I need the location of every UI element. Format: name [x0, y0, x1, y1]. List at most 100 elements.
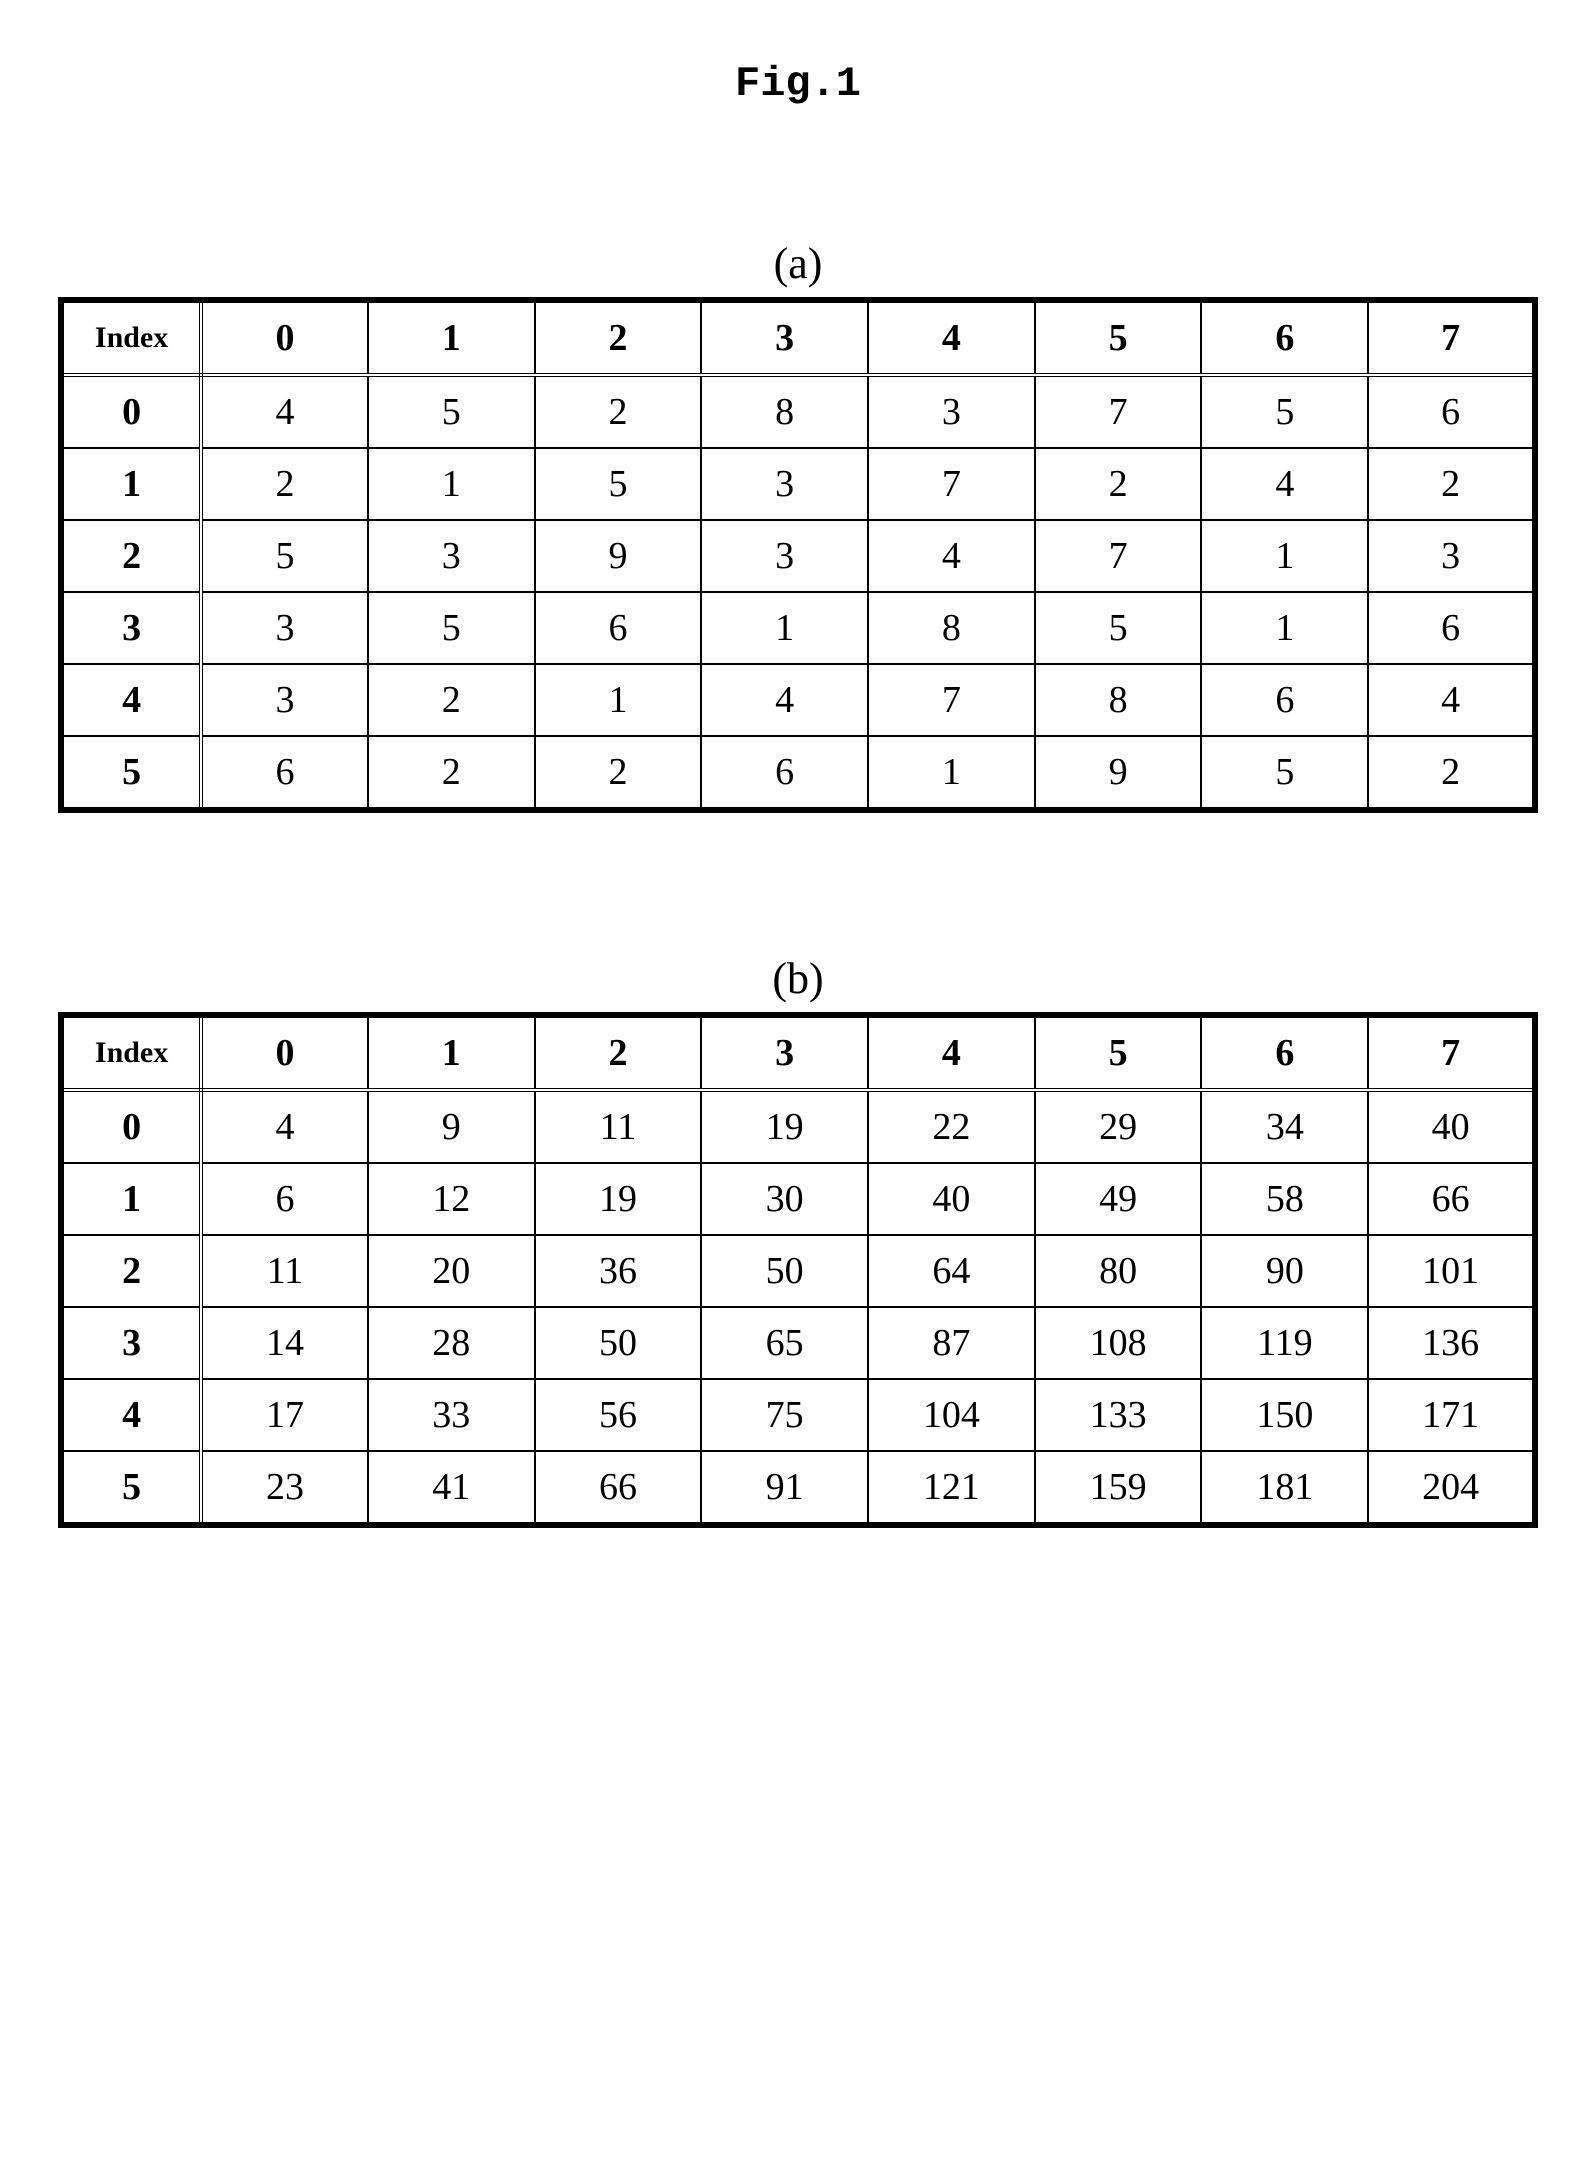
table-row: 5 6 2 2 6 1 9 5 2	[61, 736, 1535, 810]
cell: 3	[368, 520, 535, 592]
table-label-b: (b)	[40, 953, 1556, 1004]
row-header: 1	[61, 448, 201, 520]
cell: 7	[868, 448, 1035, 520]
row-header: 4	[61, 664, 201, 736]
cell: 14	[201, 1307, 368, 1379]
table-block-a: (a) Index 0 1 2 3 4 5 6 7	[40, 178, 1556, 813]
cell: 2	[1368, 448, 1535, 520]
cell: 28	[368, 1307, 535, 1379]
cell: 2	[368, 736, 535, 810]
cell: 1	[701, 592, 868, 664]
cell: 4	[701, 664, 868, 736]
col-header: 7	[1368, 300, 1535, 375]
figure-title: Fig.1	[40, 60, 1556, 108]
row-header: 0	[61, 1090, 201, 1163]
row-header: 0	[61, 375, 201, 448]
cell: 8	[701, 375, 868, 448]
table-row: 5 23 41 66 91 121 159 181 204	[61, 1451, 1535, 1525]
cell: 3	[1368, 520, 1535, 592]
table-row: 1 2 1 5 3 7 2 4 2	[61, 448, 1535, 520]
row-header: 2	[61, 520, 201, 592]
table-block-b: (b) Index 0 1 2 3 4 5 6 7	[40, 893, 1556, 1528]
col-header: 6	[1201, 300, 1368, 375]
cell: 12	[368, 1163, 535, 1235]
cell: 2	[1368, 736, 1535, 810]
cell: 11	[535, 1090, 702, 1163]
cell: 23	[201, 1451, 368, 1525]
cell: 36	[535, 1235, 702, 1307]
col-header: 5	[1035, 300, 1202, 375]
col-header: 0	[201, 1015, 368, 1090]
cell: 17	[201, 1379, 368, 1451]
table-row: 2 11 20 36 50 64 80 90 101	[61, 1235, 1535, 1307]
cell: 87	[868, 1307, 1035, 1379]
cell: 75	[701, 1379, 868, 1451]
col-header: 5	[1035, 1015, 1202, 1090]
col-header: 0	[201, 300, 368, 375]
cell: 1	[1201, 592, 1368, 664]
cell: 9	[535, 520, 702, 592]
col-header: 4	[868, 1015, 1035, 1090]
cell: 40	[1368, 1090, 1535, 1163]
col-header: 1	[368, 1015, 535, 1090]
table-row: 3 14 28 50 65 87 108 119 136	[61, 1307, 1535, 1379]
cell: 121	[868, 1451, 1035, 1525]
cell: 101	[1368, 1235, 1535, 1307]
cell: 7	[1035, 520, 1202, 592]
cell: 34	[1201, 1090, 1368, 1163]
cell: 5	[368, 375, 535, 448]
cell: 150	[1201, 1379, 1368, 1451]
table-row: 1 6 12 19 30 40 49 58 66	[61, 1163, 1535, 1235]
table-row: 2 5 3 9 3 4 7 1 3	[61, 520, 1535, 592]
cell: 133	[1035, 1379, 1202, 1451]
col-header: 3	[701, 1015, 868, 1090]
cell: 171	[1368, 1379, 1535, 1451]
table-row: 4 17 33 56 75 104 133 150 171	[61, 1379, 1535, 1451]
cell: 6	[535, 592, 702, 664]
cell: 8	[868, 592, 1035, 664]
cell: 3	[201, 664, 368, 736]
cell: 104	[868, 1379, 1035, 1451]
cell: 4	[1201, 448, 1368, 520]
cell: 33	[368, 1379, 535, 1451]
cell: 2	[535, 375, 702, 448]
cell: 5	[201, 520, 368, 592]
corner-cell: Index	[61, 1015, 201, 1090]
col-header: 2	[535, 1015, 702, 1090]
cell: 1	[368, 448, 535, 520]
cell: 29	[1035, 1090, 1202, 1163]
cell: 90	[1201, 1235, 1368, 1307]
cell: 1	[1201, 520, 1368, 592]
cell: 3	[701, 520, 868, 592]
cell: 50	[701, 1235, 868, 1307]
cell: 6	[701, 736, 868, 810]
row-header: 4	[61, 1379, 201, 1451]
cell: 7	[1035, 375, 1202, 448]
cell: 50	[535, 1307, 702, 1379]
table-a: Index 0 1 2 3 4 5 6 7 0 4 5 2 8	[58, 297, 1538, 813]
cell: 66	[535, 1451, 702, 1525]
col-header: 2	[535, 300, 702, 375]
row-header: 3	[61, 592, 201, 664]
cell: 19	[535, 1163, 702, 1235]
table-label-a: (a)	[40, 238, 1556, 289]
cell: 19	[701, 1090, 868, 1163]
cell: 6	[1201, 664, 1368, 736]
cell: 66	[1368, 1163, 1535, 1235]
cell: 5	[1035, 592, 1202, 664]
col-header: 1	[368, 300, 535, 375]
cell: 2	[201, 448, 368, 520]
cell: 119	[1201, 1307, 1368, 1379]
cell: 64	[868, 1235, 1035, 1307]
row-header: 2	[61, 1235, 201, 1307]
cell: 6	[1368, 375, 1535, 448]
table-b: Index 0 1 2 3 4 5 6 7 0 4 9 11 19	[58, 1012, 1538, 1528]
cell: 80	[1035, 1235, 1202, 1307]
cell: 4	[201, 1090, 368, 1163]
table-row: 0 4 5 2 8 3 7 5 6	[61, 375, 1535, 448]
cell: 3	[201, 592, 368, 664]
cell: 20	[368, 1235, 535, 1307]
col-header: 7	[1368, 1015, 1535, 1090]
cell: 8	[1035, 664, 1202, 736]
cell: 3	[701, 448, 868, 520]
